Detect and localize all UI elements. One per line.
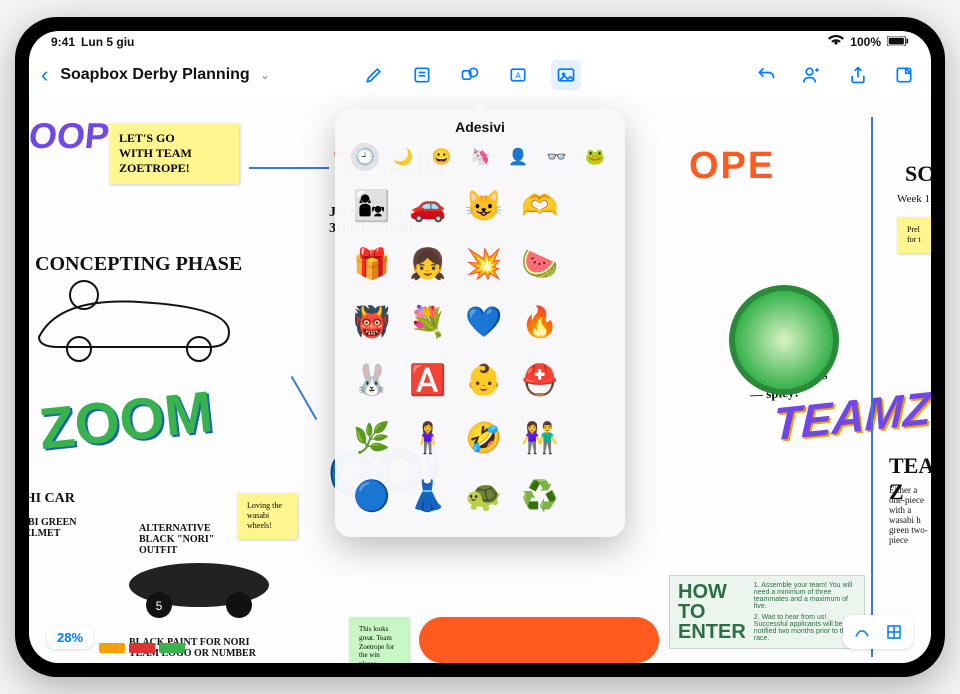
- sticky-teamz[interactable]: This looks great. Team Zoetrope for the …: [349, 617, 409, 663]
- back-button[interactable]: ‹: [41, 62, 48, 88]
- chevron-down-icon[interactable]: ⌄: [260, 68, 270, 82]
- category-recent[interactable]: 🕘: [351, 143, 379, 171]
- sticker-item[interactable]: ⛑️: [517, 357, 563, 403]
- sticker-item[interactable]: 🔵: [349, 473, 395, 519]
- how-to-enter-card[interactable]: HOW TO ENTER 1. Assemble your team! You …: [669, 575, 865, 649]
- wifi-icon: [828, 35, 844, 49]
- sticker-item[interactable]: 🐰: [349, 357, 395, 403]
- sticker-item[interactable]: [573, 241, 619, 287]
- category-user[interactable]: 👤: [504, 143, 532, 171]
- banner-ope: OPE: [689, 145, 775, 188]
- sticker-grid: 👩‍👧🚗😺🫶 🎁👧💥🍉 👹💐💙🔥 🐰🅰️👶⛑️ 🌿🧍‍♀️🤣👫 🔵👗🐢♻️: [347, 179, 613, 523]
- category-emoji[interactable]: 😀: [428, 143, 456, 171]
- sticker-item[interactable]: 👩‍👧: [349, 183, 395, 229]
- how-label: HOW: [678, 582, 746, 602]
- sticker-item[interactable]: 🔥: [517, 299, 563, 345]
- freeform-view-button[interactable]: [847, 619, 877, 645]
- toolbar: ‹ Soapbox Derby Planning ⌄ A: [29, 53, 931, 97]
- sticker-item[interactable]: [573, 473, 619, 519]
- sticker-item[interactable]: 🌿: [349, 415, 395, 461]
- sticker-item[interactable]: ♻️: [517, 473, 563, 519]
- sticky-zoetrope[interactable]: LET'S GO WITH TEAM ZOETROPE!: [109, 123, 239, 184]
- sticker-item[interactable]: 💙: [461, 299, 507, 345]
- sticker-item[interactable]: [573, 415, 619, 461]
- zoom-level[interactable]: 28%: [47, 626, 93, 649]
- sticker-categories: 🕘 🌙 😀 🦄 👤 👓 🐸: [347, 143, 613, 179]
- note-tool[interactable]: [407, 60, 437, 90]
- shape-tool[interactable]: [455, 60, 485, 90]
- category-animoji[interactable]: 🦄: [466, 143, 494, 171]
- sticker-item[interactable]: 👧: [405, 241, 451, 287]
- connector-line: [249, 167, 329, 169]
- sticker-item[interactable]: 🎁: [349, 241, 395, 287]
- new-button[interactable]: [889, 60, 919, 90]
- share-button[interactable]: [843, 60, 873, 90]
- wasabi-wheel: [729, 285, 839, 395]
- sticker-item[interactable]: 🚗: [405, 183, 451, 229]
- stickers-popover: Adesivi 🕘 🌙 😀 🦄 👤 👓 🐸 👩‍👧🚗😺🫶 🎁👧💥🍉 👹💐💙🔥 🐰🅰️👶…: [335, 109, 625, 537]
- svg-text:5: 5: [156, 599, 163, 613]
- divider-line: [871, 117, 873, 657]
- sticker-item[interactable]: [573, 299, 619, 345]
- sketch-car-2: 5: [119, 545, 279, 625]
- grid-view-button[interactable]: [879, 619, 909, 645]
- sticker-item[interactable]: 👗: [405, 473, 451, 519]
- label-either: Either a one-piece with a wasabi h green…: [889, 485, 931, 545]
- to-label: TO: [678, 602, 746, 622]
- label-sc: SC: [905, 161, 931, 187]
- category-glasses[interactable]: 👓: [543, 143, 571, 171]
- color-swatches: [99, 643, 185, 653]
- sticker-item[interactable]: 👫: [517, 415, 563, 461]
- sticker-item[interactable]: 🤣: [461, 415, 507, 461]
- svg-text:A: A: [515, 70, 521, 80]
- sketch-car-1: [29, 277, 249, 367]
- battery-icon: [887, 35, 909, 49]
- undo-button[interactable]: [751, 60, 781, 90]
- text-tool[interactable]: A: [503, 60, 533, 90]
- sticker-item[interactable]: [573, 183, 619, 229]
- connector-line: [291, 376, 318, 420]
- sticker-item[interactable]: 💥: [461, 241, 507, 287]
- enter-label: ENTER: [678, 622, 746, 642]
- date: Lun 5 giu: [81, 35, 134, 49]
- rule-2: 2. Wait to hear from us! Successful appl…: [754, 614, 856, 642]
- label-wasabi: WASABI GREEN ON HELMET: [29, 517, 77, 539]
- sticker-item[interactable]: 😺: [461, 183, 507, 229]
- view-tools: [843, 615, 913, 649]
- collaborate-button[interactable]: [797, 60, 827, 90]
- sticker-item[interactable]: 🧍‍♀️: [405, 415, 451, 461]
- sticker-item[interactable]: 🍉: [517, 241, 563, 287]
- category-frog[interactable]: 🐸: [581, 143, 609, 171]
- sticker-zoom[interactable]: ZOOM: [36, 378, 216, 463]
- sticky-wasabi[interactable]: Loving the wasabi wheels!: [237, 493, 297, 539]
- sticker-item[interactable]: 🫶: [517, 183, 563, 229]
- sticker-item[interactable]: 👹: [349, 299, 395, 345]
- render-car-bottom: [419, 617, 659, 663]
- sticker-item[interactable]: 🅰️: [405, 357, 451, 403]
- pen-tool[interactable]: [359, 60, 389, 90]
- status-bar: 9:41 Lun 5 giu 100%: [29, 31, 931, 53]
- battery-level: 100%: [850, 35, 881, 49]
- sticky-prel[interactable]: Prel for t: [897, 217, 931, 253]
- clock: 9:41: [51, 35, 75, 49]
- rule-1: 1. Assemble your team! You will need a m…: [754, 582, 856, 610]
- sticker-item[interactable]: 🐢: [461, 473, 507, 519]
- popover-title: Adesivi: [347, 119, 613, 135]
- sticker-item[interactable]: [573, 357, 619, 403]
- label-concepting: CONCEPTING PHASE: [35, 253, 242, 276]
- media-tool[interactable]: [551, 60, 581, 90]
- label-week: Week 1: [897, 193, 930, 205]
- category-memoji[interactable]: 🌙: [389, 143, 417, 171]
- label-sushi: SUSHI CAR: [29, 491, 75, 507]
- sticker-item[interactable]: 👶: [461, 357, 507, 403]
- board-title[interactable]: Soapbox Derby Planning: [60, 66, 249, 84]
- sticker-item[interactable]: 💐: [405, 299, 451, 345]
